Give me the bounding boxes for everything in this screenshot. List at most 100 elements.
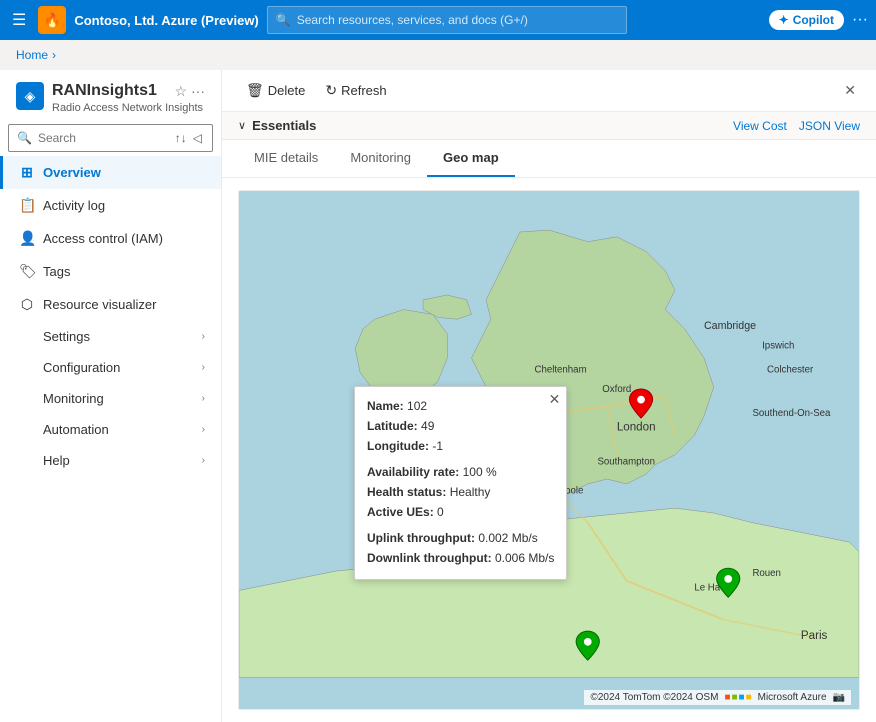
delete-label: Delete — [268, 83, 306, 98]
sidebar-activity-log-label: Activity log — [43, 198, 105, 213]
top-navigation-bar: ☰ 🔥 Contoso, Ltd. Azure (Preview) 🔍 Sear… — [0, 0, 876, 40]
geo-map-container[interactable]: Cambridge Ipswich Colchester Cheltenham … — [238, 190, 860, 710]
resource-more-icon[interactable]: ··· — [191, 83, 205, 99]
monitoring-chevron-icon: › — [202, 393, 205, 404]
svg-text:Southend-On-Sea: Southend-On-Sea — [752, 408, 831, 419]
sidebar-item-access-control[interactable]: 👤 Access control (IAM) — [0, 222, 221, 255]
svg-text:Cambridge: Cambridge — [704, 320, 756, 332]
resource-subtitle: Radio Access Network Insights — [52, 102, 205, 114]
essentials-chevron-icon: ∨ — [238, 119, 246, 132]
view-cost-link[interactable]: View Cost — [733, 119, 787, 133]
search-collapse-button[interactable]: ↑↓ — [173, 129, 189, 147]
copilot-button[interactable]: ✦ Copilot — [769, 10, 844, 30]
tab-geo-map[interactable]: Geo map — [427, 140, 515, 177]
sidebar-item-tags[interactable]: 🏷 Tags — [0, 255, 221, 288]
sidebar-item-resource-visualizer[interactable]: ⬡ Resource visualizer — [0, 288, 221, 321]
activity-log-icon: 📋 — [19, 197, 35, 214]
breadcrumb: Home › — [0, 40, 876, 70]
refresh-label: Refresh — [341, 83, 387, 98]
resource-title-actions: ☆ ··· — [174, 83, 205, 100]
resource-visualizer-icon: ⬡ — [19, 296, 35, 313]
sidebar-monitoring-label: Monitoring — [43, 391, 104, 406]
essentials-actions: View Cost JSON View — [733, 119, 860, 133]
svg-text:Colchester: Colchester — [767, 365, 814, 376]
main-layout: ◈ RANInsights1 ☆ ··· Radio Access Networ… — [0, 70, 876, 722]
favorite-star-icon[interactable]: ☆ — [174, 83, 187, 100]
delete-button[interactable]: 🗑 Delete — [238, 78, 313, 103]
sidebar-search-box[interactable]: 🔍 ↑↓ ◁ — [8, 124, 213, 152]
camera-icon: 📷 — [833, 692, 845, 703]
access-control-icon: 👤 — [19, 230, 35, 247]
popup-health: Health status: Healthy — [367, 483, 554, 501]
popup-downlink: Downlink throughput: 0.006 Mb/s — [367, 549, 554, 567]
sidebar-item-settings[interactable]: Settings › — [0, 321, 221, 352]
resource-toolbar: 🗑 Delete ↻ Refresh ✕ — [222, 70, 876, 112]
svg-text:Oxford: Oxford — [602, 384, 631, 395]
tab-mie-details[interactable]: MIE details — [238, 140, 334, 177]
azure-logo-icon: 🔥 — [38, 6, 66, 34]
search-panel-button[interactable]: ◁ — [191, 129, 204, 147]
sidebar-item-configuration[interactable]: Configuration › — [0, 352, 221, 383]
sidebar-item-overview[interactable]: ⊞ Overview — [0, 156, 221, 189]
svg-text:Rouen: Rouen — [752, 568, 781, 579]
global-search-placeholder: Search resources, services, and docs (G+… — [297, 13, 528, 27]
map-attribution-text: ©2024 TomTom ©2024 OSM — [590, 692, 718, 703]
search-action-buttons: ↑↓ ◁ — [173, 129, 204, 147]
help-chevron-icon: › — [202, 455, 205, 466]
sidebar-search-icon: 🔍 — [17, 131, 32, 145]
svg-text:Cheltenham: Cheltenham — [534, 365, 586, 376]
main-content: 🗑 Delete ↻ Refresh ✕ ∨ Essentials View C… — [222, 70, 876, 722]
popup-name: Name: 102 — [367, 397, 554, 415]
settings-chevron-icon: › — [202, 331, 205, 342]
svg-text:Paris: Paris — [801, 629, 828, 642]
copilot-icon: ✦ — [779, 13, 789, 27]
popup-close-button[interactable]: ✕ — [549, 391, 561, 408]
tab-monitoring[interactable]: Monitoring — [334, 140, 427, 177]
sidebar-item-activity-log[interactable]: 📋 Activity log — [0, 189, 221, 222]
sidebar-search-input[interactable] — [38, 131, 167, 145]
resource-header: ◈ RANInsights1 ☆ ··· Radio Access Networ… — [0, 70, 221, 114]
refresh-icon: ↻ — [325, 82, 337, 99]
map-background: Cambridge Ipswich Colchester Cheltenham … — [239, 191, 859, 709]
sidebar: ◈ RANInsights1 ☆ ··· Radio Access Networ… — [0, 70, 222, 722]
global-search-bar[interactable]: 🔍 Search resources, services, and docs (… — [267, 6, 627, 34]
microsoft-azure-attribution: Microsoft Azure — [758, 692, 827, 703]
breadcrumb-home[interactable]: Home — [16, 48, 48, 62]
essentials-bar: ∨ Essentials View Cost JSON View — [222, 112, 876, 140]
sidebar-settings-label: Settings — [43, 329, 90, 344]
sidebar-overview-label: Overview — [43, 165, 101, 180]
hamburger-menu-icon[interactable]: ☰ — [8, 6, 30, 34]
resource-type-icon: ◈ — [16, 82, 44, 110]
search-icon: 🔍 — [276, 13, 291, 27]
svg-text:Southampton: Southampton — [597, 457, 655, 468]
svg-text:London: London — [617, 421, 656, 434]
topbar-more-button[interactable]: ··· — [852, 11, 868, 29]
refresh-button[interactable]: ↻ Refresh — [317, 78, 394, 103]
resource-name: RANInsights1 — [52, 82, 157, 100]
sidebar-access-control-label: Access control (IAM) — [43, 231, 163, 246]
popup-active-ues: Active UEs: 0 — [367, 503, 554, 521]
map-attribution: ©2024 TomTom ©2024 OSM ■■■■ Microsoft Az… — [584, 690, 851, 705]
json-view-link[interactable]: JSON View — [799, 119, 860, 133]
popup-uplink: Uplink throughput: 0.002 Mb/s — [367, 529, 554, 547]
sidebar-item-monitoring[interactable]: Monitoring › — [0, 383, 221, 414]
resource-title-row: RANInsights1 ☆ ··· — [52, 82, 205, 100]
map-info-popup: ✕ Name: 102 Latitude: 49 Longitude: -1 A… — [354, 386, 567, 580]
content-tabs: MIE details Monitoring Geo map — [222, 140, 876, 178]
essentials-label: Essentials — [252, 118, 316, 133]
sidebar-item-automation[interactable]: Automation › — [0, 414, 221, 445]
overview-icon: ⊞ — [19, 164, 35, 181]
tags-icon: 🏷 — [19, 263, 35, 280]
sidebar-configuration-label: Configuration — [43, 360, 120, 375]
delete-icon: 🗑 — [246, 82, 264, 99]
close-panel-button[interactable]: ✕ — [840, 78, 860, 103]
configuration-chevron-icon: › — [202, 362, 205, 373]
org-name: Contoso, Ltd. Azure (Preview) — [74, 13, 258, 28]
sidebar-nav: ⊞ Overview 📋 Activity log 👤 Access contr… — [0, 156, 221, 476]
sidebar-resource-visualizer-label: Resource visualizer — [43, 297, 156, 312]
copilot-label: Copilot — [793, 13, 834, 27]
sidebar-tags-label: Tags — [43, 264, 70, 279]
sidebar-item-help[interactable]: Help › — [0, 445, 221, 476]
popup-longitude: Longitude: -1 — [367, 437, 554, 455]
breadcrumb-separator: › — [52, 48, 56, 62]
